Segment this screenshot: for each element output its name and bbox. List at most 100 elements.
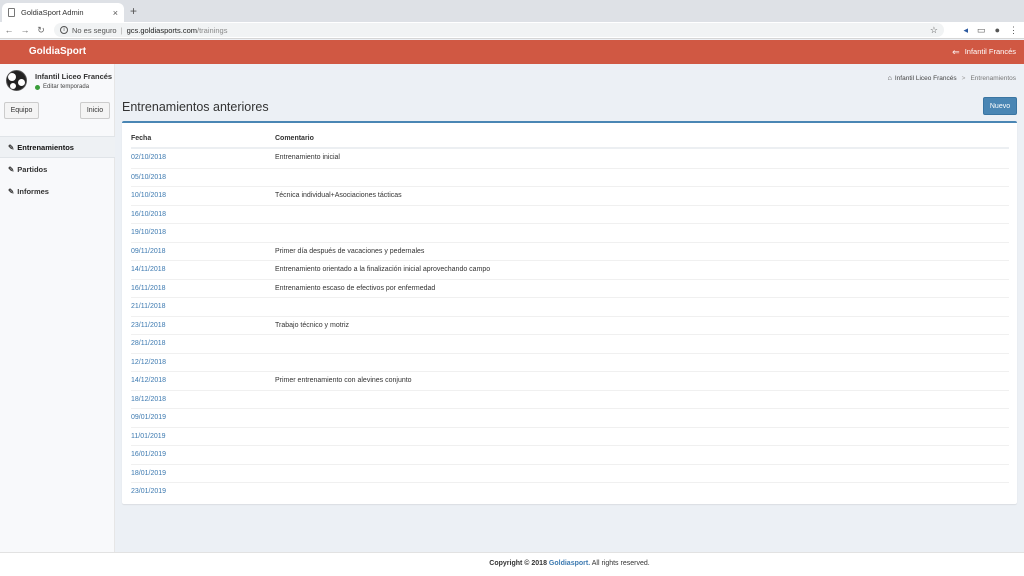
- edit-season-link[interactable]: Editar temporada: [35, 84, 89, 90]
- info-icon[interactable]: i: [60, 26, 68, 34]
- new-training-button[interactable]: Nuevo: [983, 97, 1017, 115]
- footer: Copyright © 2018 Goldiasport. All rights…: [0, 552, 1024, 576]
- url-separator: |: [120, 25, 123, 35]
- tab-title: GoldiaSport Admin: [21, 8, 84, 17]
- table-row: 09/11/2018 Primer día después de vacacion…: [131, 241, 1009, 261]
- cast-icon[interactable]: ▭: [977, 25, 986, 36]
- training-comment: Entrenamiento orientado a la finalizació…: [275, 266, 491, 273]
- browser-actions: ◂ ▭ ● ⋮: [964, 25, 1018, 36]
- sidebar-menu: ✎ Entrenamientos ✎ Partidos ✎ Informes: [0, 136, 115, 202]
- training-comment: Trabajo técnico y motriz: [275, 321, 350, 329]
- sidebar-item-matches[interactable]: ✎ Partidos: [0, 158, 115, 180]
- training-date-link[interactable]: 14/12/2018: [131, 377, 166, 384]
- team-avatar-ball-icon: [6, 70, 27, 91]
- training-date-link[interactable]: 12/12/2018: [131, 359, 166, 366]
- home-icon: ⌂: [887, 75, 892, 82]
- table-row: 16/11/2018 Entrenamiento escaso de efecti…: [131, 278, 1009, 298]
- footer-copyright: Copyright © 2018: [489, 560, 547, 567]
- sidebar-item-reports[interactable]: ✎ Informes: [0, 180, 115, 202]
- training-date-link[interactable]: 05/10/2018: [131, 174, 166, 181]
- address-bar[interactable]: i No es seguro | gcs.goldiasports.com /t…: [54, 23, 944, 37]
- header-user-menu[interactable]: ⇐ Infantil Francés: [952, 40, 1016, 64]
- breadcrumb: ⌂ Infantil Liceo Francés > Entrenamiento…: [888, 75, 1016, 82]
- sidebar-item-label: Informes: [17, 186, 49, 196]
- table-row: 23/01/2019: [131, 482, 1009, 501]
- back-arrow-icon[interactable]: ←: [2, 25, 16, 35]
- sidebar: Infantil Liceo Francés Editar temporada …: [0, 64, 115, 552]
- training-date-link[interactable]: 23/01/2019: [131, 488, 166, 495]
- browser-tab[interactable]: GoldiaSport Admin ×: [2, 3, 124, 22]
- table-row: 18/12/2018: [131, 389, 1009, 409]
- footer-brand-link[interactable]: Goldiasport.: [549, 560, 590, 567]
- training-date-link[interactable]: 02/10/2018: [131, 154, 166, 161]
- breadcrumb-current: Entrenamientos: [970, 75, 1016, 82]
- training-date-link[interactable]: 16/01/2019: [131, 451, 166, 458]
- header-user-name: Infantil Francés: [964, 47, 1016, 56]
- table-row: 14/11/2018 Entrenamiento orientado a la f…: [131, 260, 1009, 279]
- training-date-link[interactable]: 16/11/2018: [131, 285, 166, 292]
- star-icon[interactable]: ☆: [930, 25, 938, 36]
- column-header-date: Fecha: [131, 135, 152, 142]
- menu-dots-icon[interactable]: ⋮: [1009, 25, 1018, 36]
- training-date-link[interactable]: 14/11/2018: [131, 266, 166, 273]
- new-tab-icon[interactable]: +: [130, 4, 137, 18]
- table-row: 11/01/2019: [131, 426, 1009, 446]
- training-date-link[interactable]: 21/11/2018: [131, 303, 166, 310]
- page-icon: [8, 8, 15, 17]
- training-date-link[interactable]: 23/11/2018: [131, 322, 166, 329]
- close-tab-icon[interactable]: ×: [113, 8, 118, 18]
- table-row: 23/11/2018 Trabajo técnico y motriz: [131, 315, 1009, 335]
- home-button[interactable]: Inicio: [80, 102, 110, 119]
- table-row: 16/10/2018: [131, 204, 1009, 224]
- trainings-table: Fecha Comentario 02/10/2018 Entrenamiento…: [122, 121, 1017, 504]
- training-comment: Primer día después de vacaciones y peder…: [275, 247, 425, 255]
- url-path: /trainings: [197, 25, 228, 35]
- account-icon[interactable]: ●: [995, 25, 1000, 36]
- breadcrumb-separator: >: [961, 75, 966, 82]
- edit-icon: ✎: [8, 164, 15, 174]
- table-row: 10/10/2018 Técnica individual+Asociacione…: [131, 186, 1009, 205]
- training-date-link[interactable]: 11/01/2019: [131, 433, 166, 440]
- page-title: Entrenamientos anteriores: [122, 100, 269, 114]
- table-row: 16/01/2019: [131, 445, 1009, 464]
- edit-season-label: Editar temporada: [43, 84, 90, 90]
- training-date-link[interactable]: 18/01/2019: [131, 470, 166, 477]
- team-button[interactable]: Equipo: [4, 102, 39, 119]
- logout-icon: ⇐: [952, 47, 960, 57]
- table-row: 28/11/2018: [131, 334, 1009, 353]
- table-body: 02/10/2018 Entrenamiento inicial 05/10/201…: [131, 149, 1009, 501]
- table-row: 09/01/2019: [131, 408, 1009, 427]
- table-row: 12/12/2018: [131, 352, 1009, 372]
- training-comment: Primer entrenamiento con alevines conjun…: [275, 377, 412, 384]
- forward-arrow-icon[interactable]: →: [18, 25, 32, 35]
- brand-logo[interactable]: GoldiaSport: [0, 40, 115, 64]
- browser-tab-bar: GoldiaSport Admin × +: [0, 0, 1024, 22]
- table-header: Fecha Comentario: [131, 131, 1009, 149]
- training-date-link[interactable]: 10/10/2018: [131, 192, 166, 199]
- breadcrumb-home[interactable]: Infantil Liceo Francés: [895, 75, 957, 82]
- sidebar-item-label: Entrenamientos: [17, 142, 74, 152]
- training-date-link[interactable]: 09/01/2019: [131, 414, 166, 421]
- sidebar-item-trainings[interactable]: ✎ Entrenamientos: [0, 136, 115, 158]
- table-row: 14/12/2018 Primer entrenamiento con alevi…: [131, 371, 1009, 390]
- footer-rights: All rights reserved.: [591, 560, 650, 567]
- edit-icon: ✎: [8, 186, 15, 196]
- column-header-comment: Comentario: [275, 135, 314, 142]
- reload-icon[interactable]: ↻: [34, 25, 48, 36]
- sidebar-item-label: Partidos: [17, 164, 48, 174]
- table-row: 02/10/2018 Entrenamiento inicial: [131, 149, 1009, 168]
- table-row: 18/01/2019: [131, 463, 1009, 483]
- status-dot-icon: [35, 84, 40, 90]
- extension-icon[interactable]: ◂: [964, 25, 969, 36]
- training-date-link[interactable]: 19/10/2018: [131, 229, 166, 236]
- training-date-link[interactable]: 18/12/2018: [131, 396, 166, 403]
- training-date-link[interactable]: 28/11/2018: [131, 340, 166, 347]
- training-date-link[interactable]: 16/10/2018: [131, 211, 166, 218]
- training-date-link[interactable]: 09/11/2018: [131, 248, 166, 255]
- browser-toolbar: ← → ↻ i No es seguro | gcs.goldiasports.…: [0, 22, 1024, 39]
- security-label: No es seguro: [72, 25, 117, 35]
- url-host: gcs.goldiasports.com: [126, 25, 198, 35]
- table-row: 21/11/2018: [131, 297, 1009, 316]
- training-comment: Entrenamiento escaso de efectivos por en…: [275, 284, 436, 292]
- team-name: Infantil Liceo Francés: [35, 72, 113, 81]
